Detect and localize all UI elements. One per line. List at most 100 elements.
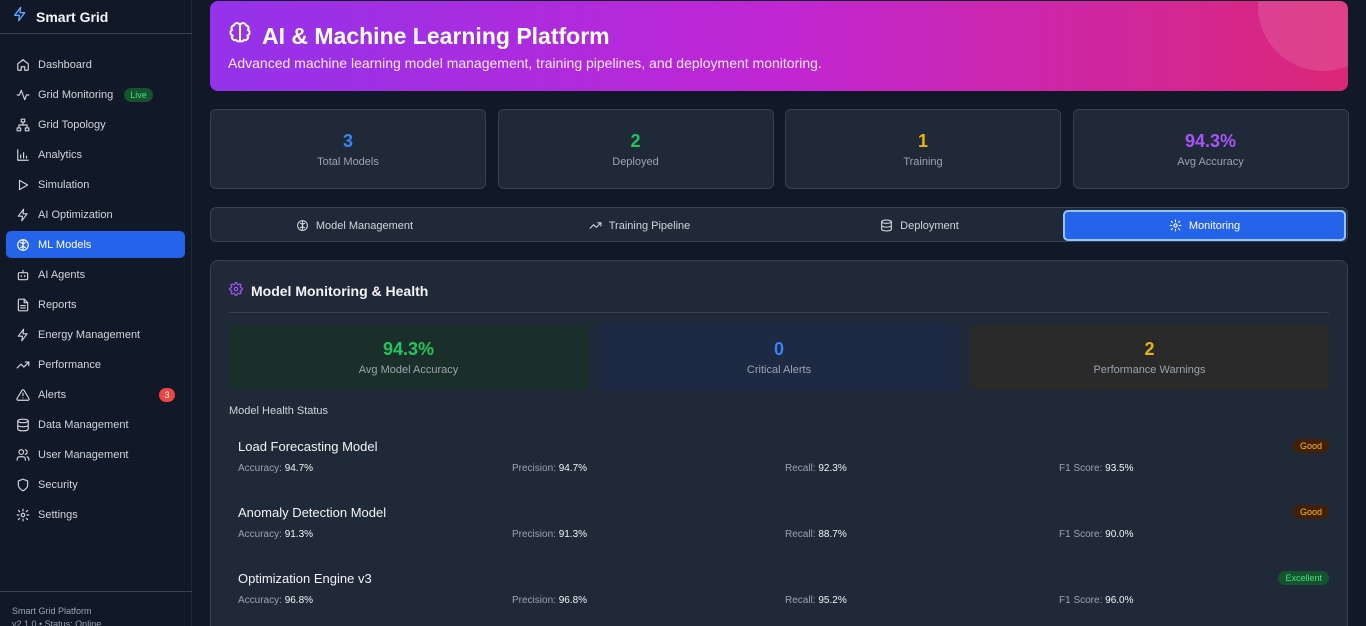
metric-value: 92.3% [818, 463, 847, 474]
sidebar-item-label: Security [38, 478, 78, 491]
bar-chart-icon [16, 148, 30, 162]
sidebar-item-user-management[interactable]: User Management [6, 441, 185, 468]
stats-row: 3 Total Models 2 Deployed 1 Training 94.3% Avg … [210, 109, 1349, 189]
sidebar-item-data-management[interactable]: Data Management [6, 411, 185, 438]
brand[interactable]: Smart Grid [0, 0, 192, 34]
stat-card: 2 Deployed [497, 109, 774, 189]
metric-label: Recall: [785, 463, 816, 474]
metric-label: Accuracy: [238, 463, 282, 474]
metric-label: F1 Score: [1059, 463, 1103, 474]
sidebar-item-label: Performance [38, 358, 101, 371]
sidebar-item-label: Grid Topology [38, 118, 106, 131]
alert-count-badge: 3 [159, 387, 175, 402]
sidebar-item-ai-optimization[interactable]: AI Optimization [6, 201, 185, 228]
stat-value: 2 [630, 131, 641, 151]
database-icon [16, 418, 30, 432]
sidebar-item-label: AI Agents [38, 268, 86, 281]
bolt-icon [12, 6, 28, 27]
divider [229, 312, 1329, 313]
bolt-icon [16, 208, 30, 222]
sidebar-item-label: Data Management [38, 418, 129, 431]
sidebar-nav: Dashboard Grid Monitoring Live Grid Topolog… [0, 34, 191, 528]
tab-model-management[interactable]: Model Management [213, 210, 496, 241]
metric-accuracy: Accuracy: 91.3% [238, 529, 313, 540]
footer-platform: Smart Grid Platform [12, 606, 92, 616]
gear-icon [229, 282, 243, 299]
sidebar-item-ai-agents[interactable]: AI Agents [6, 261, 185, 288]
stat-value: 3 [342, 131, 353, 151]
sidebar-item-label: Alerts [38, 388, 67, 401]
sidebar-item-grid-topology[interactable]: Grid Topology [6, 111, 185, 138]
metric-label: Precision: [512, 463, 556, 474]
sidebar-item-label: ML Models [38, 238, 92, 251]
model-health-row[interactable]: Anomaly Detection Model Good Accuracy: 91.… [229, 497, 1329, 557]
tab-monitoring[interactable]: Monitoring [1063, 210, 1346, 241]
metric-box: 94.3% Avg Model Accuracy [229, 325, 588, 390]
brand-title: Smart Grid [36, 8, 109, 25]
model-health-row[interactable]: Load Forecasting Model Good Accuracy: 94.7… [229, 431, 1329, 491]
metric-value: 96.8% [558, 595, 588, 606]
sidebar-item-energy-management[interactable]: Energy Management [6, 321, 185, 348]
activity-icon [16, 88, 30, 102]
metric-label: F1 Score: [1059, 595, 1103, 606]
stat-label: Deployed [612, 156, 659, 168]
sidebar-item-label: Energy Management [38, 328, 141, 341]
tab-training-pipeline[interactable]: Training Pipeline [498, 210, 781, 241]
metric-accuracy: Accuracy: 96.8% [238, 595, 313, 606]
sidebar-item-security[interactable]: Security [6, 471, 185, 498]
metric-label: Recall: [785, 529, 816, 540]
tab-bar: Model Management Training Pipeline Deploym… [210, 207, 1348, 242]
stat-label: Training [903, 156, 943, 168]
metric-box: 0 Critical Alerts [599, 325, 959, 390]
sidebar-item-grid-monitoring[interactable]: Grid Monitoring Live [6, 81, 185, 108]
sidebar-item-dashboard[interactable]: Dashboard [6, 51, 185, 78]
metric-label: Accuracy: [238, 595, 282, 606]
alert-triangle-icon [16, 388, 30, 402]
brain-icon [228, 21, 252, 51]
sidebar-item-settings[interactable]: Settings [6, 501, 185, 528]
metric-label: F1 Score: [1059, 529, 1103, 540]
tab-label: Monitoring [1188, 219, 1241, 232]
metric-value: 96.0% [1105, 595, 1134, 606]
metric-value: 91.3% [558, 529, 588, 540]
tab-label: Training Pipeline [608, 219, 691, 232]
users-icon [16, 448, 30, 462]
metric-value: 0 [773, 339, 784, 359]
sidebar-item-simulation[interactable]: Simulation [6, 171, 185, 198]
model-name: Optimization Engine v3 [238, 571, 372, 586]
sidebar-item-performance[interactable]: Performance [6, 351, 185, 378]
stat-card: 94.3% Avg Accuracy [1072, 109, 1349, 189]
sidebar-item-alerts[interactable]: Alerts 3 [6, 381, 185, 408]
sidebar-item-label: Reports [38, 298, 77, 311]
sidebar-item-analytics[interactable]: Analytics [6, 141, 185, 168]
hero-banner: AI & Machine Learning Platform Advanced … [210, 1, 1348, 91]
metric-precision: Precision: 94.7% [512, 463, 587, 474]
metric-precision: Precision: 96.8% [512, 595, 587, 606]
live-badge: Live [124, 87, 153, 102]
metric-precision: Precision: 91.3% [512, 529, 587, 540]
stat-card: 3 Total Models [210, 109, 486, 189]
tab-deployment[interactable]: Deployment [778, 210, 1061, 241]
shield-icon [16, 478, 30, 492]
metric-value: 95.2% [818, 595, 847, 606]
brain-icon [296, 219, 309, 232]
tab-label: Deployment [900, 219, 959, 232]
network-icon [16, 118, 30, 132]
metric-box: 2 Performance Warnings [970, 325, 1329, 390]
metric-label: Avg Model Accuracy [358, 364, 459, 376]
sidebar-item-ml-models[interactable]: ML Models [6, 231, 185, 258]
model-name: Anomaly Detection Model [238, 505, 387, 520]
page-subtitle: Advanced machine learning model manageme… [228, 55, 822, 71]
trending-up-icon [589, 219, 602, 232]
home-icon [16, 58, 30, 72]
sidebar-item-label: AI Optimization [38, 208, 113, 221]
metric-value: 88.7% [818, 529, 847, 540]
metric-accuracy: Accuracy: 94.7% [238, 463, 313, 474]
metric-recall: Recall: 92.3% [785, 463, 847, 474]
metric-value: 94.7% [284, 463, 314, 474]
model-health-row[interactable]: Optimization Engine v3 Excellent Accuracy:… [229, 563, 1329, 623]
hero-decoration [1258, 1, 1348, 71]
sidebar-item-reports[interactable]: Reports [6, 291, 185, 318]
metric-label: Recall: [785, 595, 816, 606]
file-icon [16, 298, 30, 312]
